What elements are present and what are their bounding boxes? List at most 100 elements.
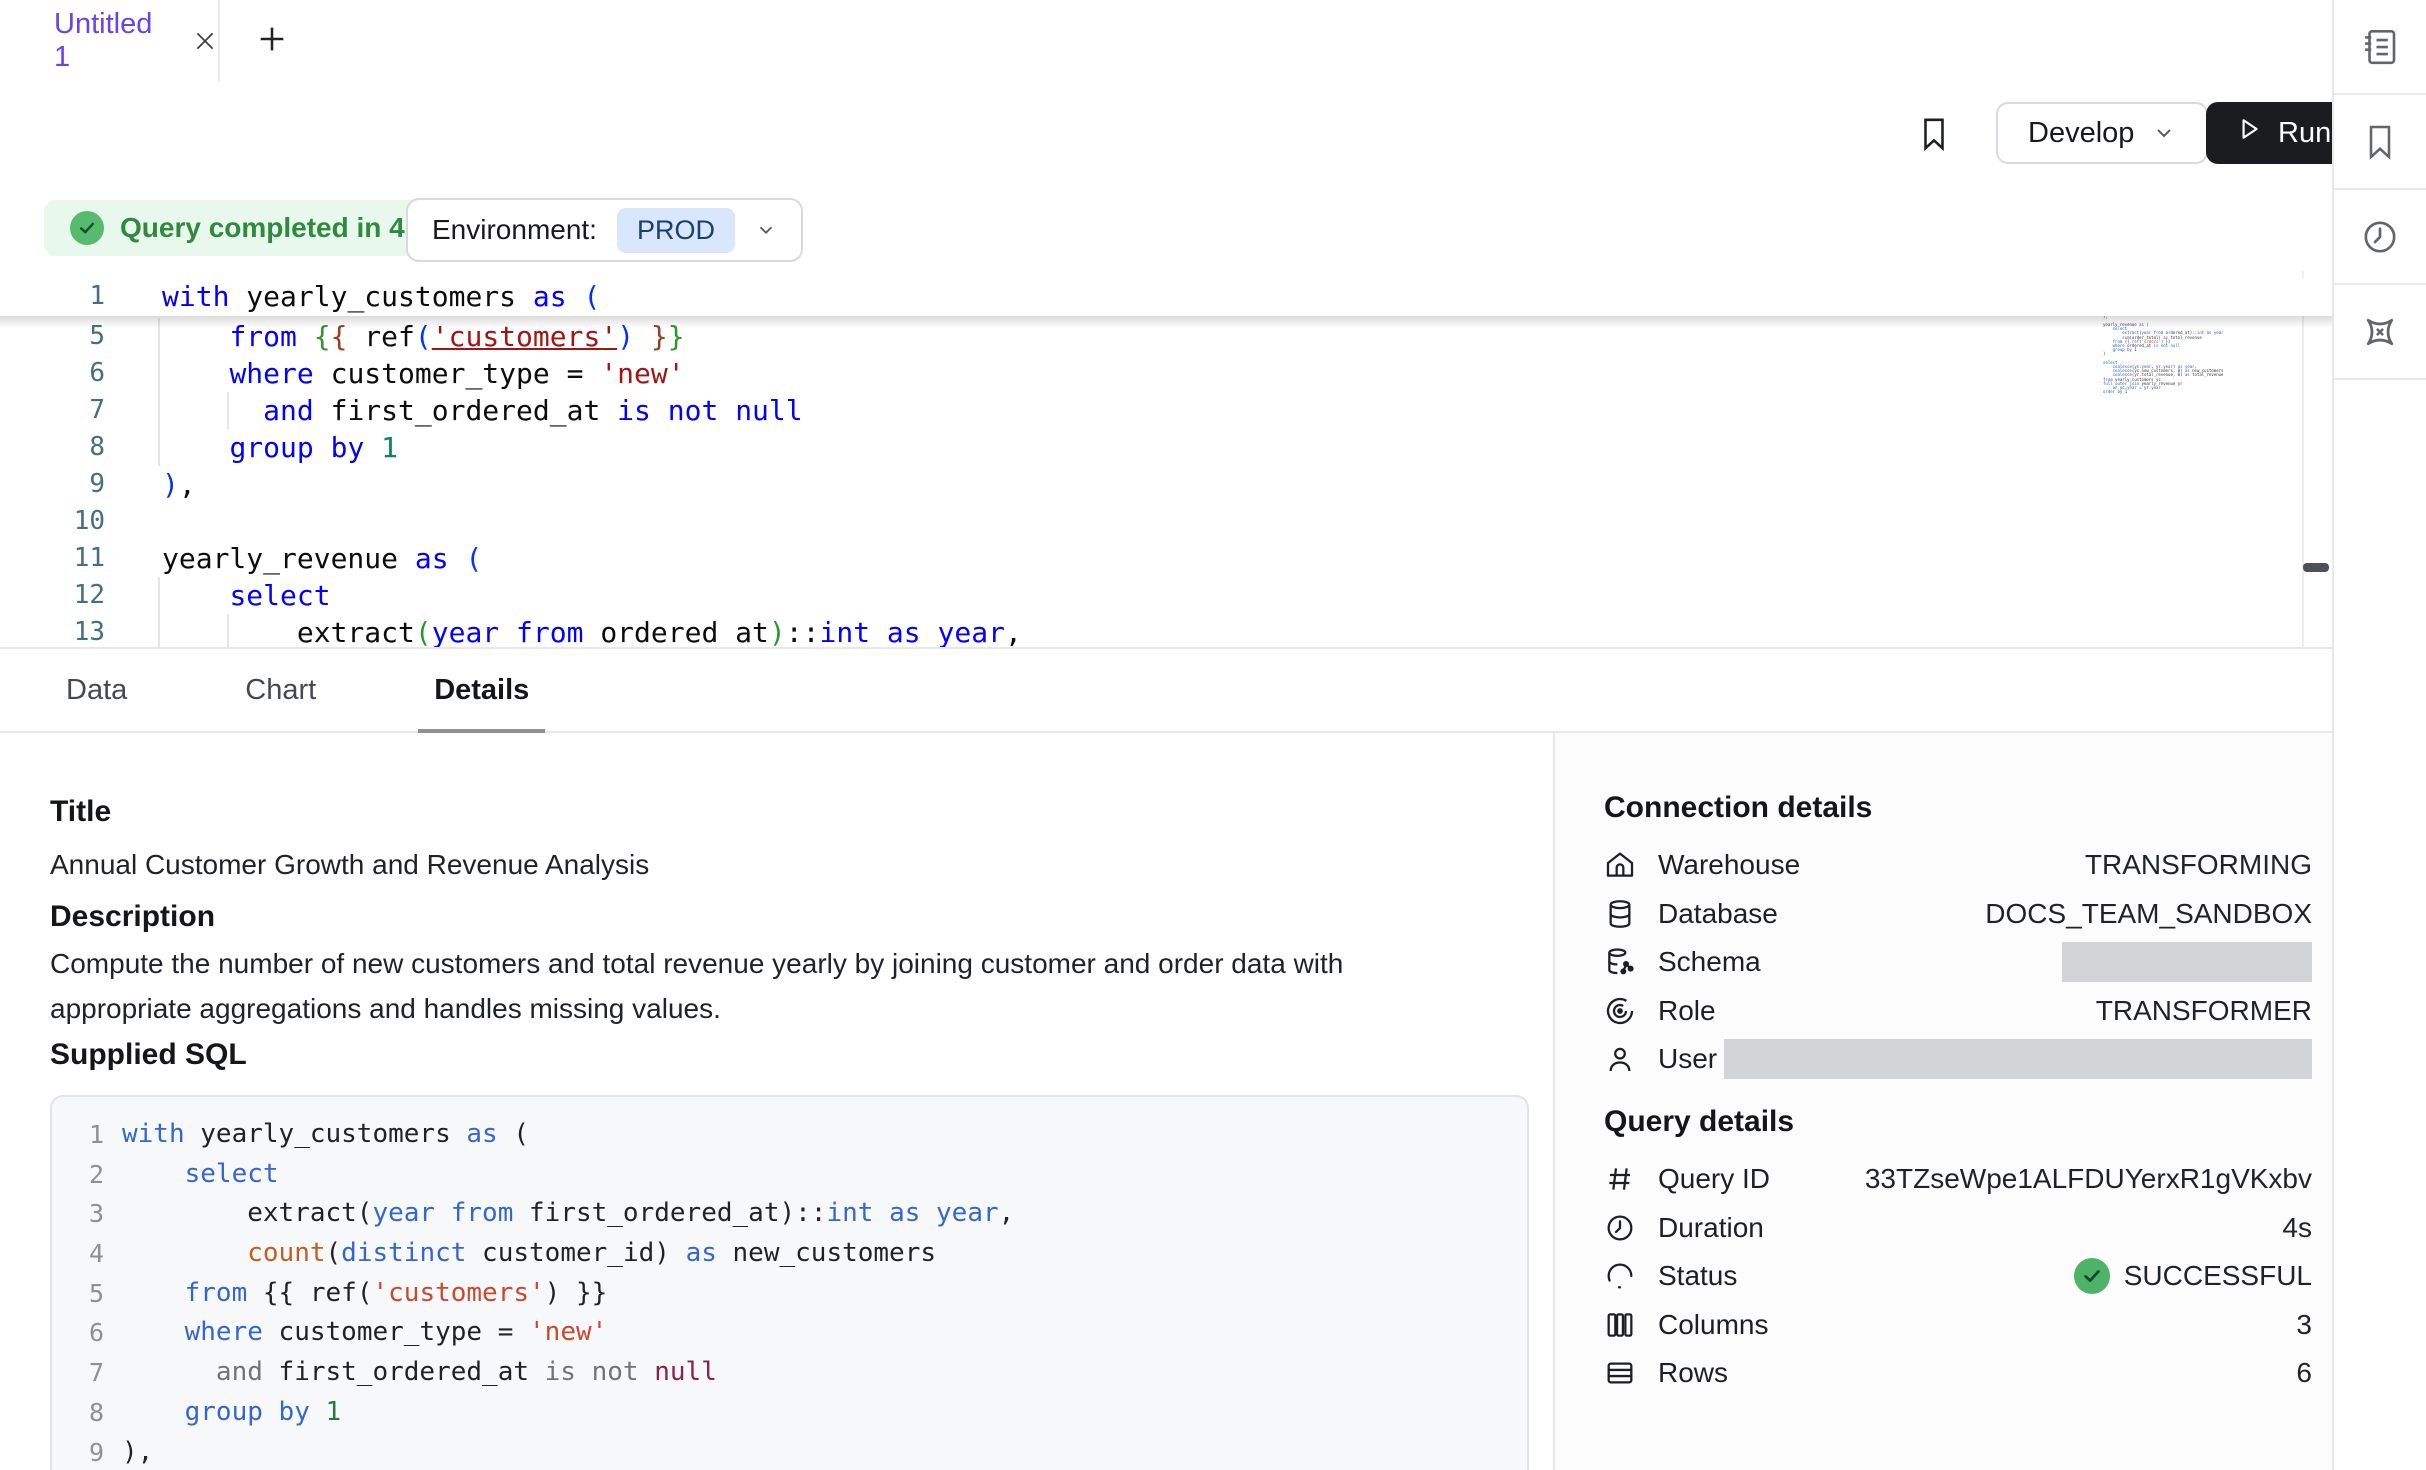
editor-lines: 5 from {{ ref('customers') }}6 where cus… bbox=[0, 318, 1022, 649]
code-line: 7 and first_ordered_at is not null bbox=[0, 392, 1022, 429]
line-number: 1 bbox=[0, 278, 105, 315]
schema-row: Schema bbox=[1604, 938, 2312, 987]
connection-query-panel: Connection details WarehouseTRANSFORMING… bbox=[1553, 733, 2332, 1470]
code-line: 6 where customer_type = 'new' bbox=[52, 1313, 1014, 1353]
role-row: Role TRANSFORMER bbox=[1604, 987, 2312, 1036]
tab-details[interactable]: Details bbox=[418, 648, 545, 732]
code-text: and first_ordered_at is not null bbox=[122, 1353, 717, 1393]
line-number: 8 bbox=[0, 429, 105, 466]
code-line: 9), bbox=[0, 466, 1022, 503]
kv-label: User bbox=[1658, 1043, 1717, 1075]
code-text: with yearly_customers as ( bbox=[162, 278, 600, 315]
rail-button-copilot-sparkle[interactable] bbox=[2334, 285, 2426, 380]
code-text: ), bbox=[122, 1433, 153, 1470]
database-row: Database DOCS_TEAM_SANDBOX bbox=[1604, 890, 2312, 939]
indent-guide bbox=[227, 614, 229, 649]
code-line: 11 yearly_revenue as ( bbox=[0, 540, 1022, 577]
line-number: 1 bbox=[52, 1115, 104, 1155]
toolbar: Develop Run bbox=[0, 82, 2332, 187]
history-clock-icon bbox=[2360, 217, 2400, 257]
code-line: 10 bbox=[0, 503, 1022, 540]
develop-button-label: Develop bbox=[2028, 117, 2134, 150]
line-number: 9 bbox=[52, 1433, 104, 1470]
results-tab-bar: Data Chart Details bbox=[0, 649, 2332, 733]
line-number: 6 bbox=[52, 1313, 104, 1353]
line-number: 9 bbox=[0, 466, 105, 503]
code-text: where customer_type = 'new' bbox=[162, 355, 685, 392]
indent-guide bbox=[158, 577, 160, 614]
kv-label: Rows bbox=[1658, 1357, 1728, 1389]
play-icon bbox=[2236, 116, 2262, 150]
code-text: group by 1 bbox=[162, 429, 398, 466]
kv-value-text: TRANSFORMER bbox=[2096, 995, 2312, 1027]
line-number: 4 bbox=[52, 1234, 104, 1274]
code-line: 1 with yearly_customers as ( bbox=[52, 1115, 1014, 1155]
columns-row: Columns3 bbox=[1604, 1301, 2312, 1350]
code-line: 4 count(distinct customer_id) as new_cus… bbox=[52, 1234, 1014, 1274]
line-number: 6 bbox=[0, 355, 105, 392]
indent-guide bbox=[227, 392, 229, 429]
role-icon bbox=[1604, 995, 1636, 1027]
kv-value-text: 33TZseWpe1ALFDUYerxR1gVKxbv bbox=[1865, 1163, 2312, 1195]
line-number: 11 bbox=[0, 540, 105, 577]
line-number: 5 bbox=[52, 1274, 104, 1314]
develop-button[interactable]: Develop bbox=[1996, 102, 2208, 164]
environment-selector[interactable]: Environment: PROD bbox=[406, 198, 803, 262]
code-text: select bbox=[122, 1155, 279, 1195]
spinner-icon bbox=[1604, 1260, 1636, 1292]
rail-button-bookmark[interactable] bbox=[2334, 95, 2426, 190]
rail-button-history-clock[interactable] bbox=[2334, 190, 2426, 285]
environment-label: Environment: bbox=[432, 214, 597, 246]
code-line: 2 select bbox=[52, 1155, 1014, 1195]
editor-scrollbar-thumb[interactable] bbox=[2303, 563, 2329, 572]
copilot-sparkle-icon bbox=[2359, 311, 2401, 353]
description-value: Compute the number of new customers and … bbox=[50, 941, 1450, 1031]
kv-label: Database bbox=[1658, 898, 1778, 930]
code-text: ), bbox=[162, 466, 196, 503]
run-button-label: Run bbox=[2278, 117, 2331, 150]
line-number: 7 bbox=[0, 392, 105, 429]
sql-editor[interactable]: 1 with yearly_customers as ( 5 from {{ re… bbox=[0, 271, 2332, 649]
code-line: 6 where customer_type = 'new' bbox=[0, 355, 1022, 392]
tab-bar: Untitled 1 bbox=[0, 0, 2332, 84]
tab-untitled-1[interactable]: Untitled 1 bbox=[0, 0, 220, 82]
code-text: select bbox=[162, 577, 331, 614]
clock-icon bbox=[1604, 1212, 1636, 1244]
bookmark-icon[interactable] bbox=[1908, 106, 1960, 162]
rows-row: Rows 6 bbox=[1604, 1349, 2312, 1398]
tab-chart[interactable]: Chart bbox=[229, 648, 332, 732]
title-heading: Title bbox=[50, 795, 111, 829]
sql-ide-window: Untitled 1 Develop Run bbox=[0, 0, 2426, 1470]
indent-guide bbox=[158, 429, 160, 466]
code-text: with yearly_customers as ( bbox=[122, 1115, 529, 1155]
description-heading: Description bbox=[50, 900, 215, 934]
code-line: 13 extract(year from ordered_at)::int as… bbox=[0, 614, 1022, 649]
title-value: Annual Customer Growth and Revenue Analy… bbox=[50, 842, 649, 887]
editor-sticky-shadow bbox=[0, 316, 2332, 328]
line-number: 7 bbox=[52, 1353, 104, 1393]
kv-value-text: DOCS_TEAM_SANDBOX bbox=[1985, 898, 2312, 930]
code-text: from {{ ref('customers') }} bbox=[122, 1274, 607, 1314]
code-line: 1 with yearly_customers as ( bbox=[0, 278, 2332, 315]
warehouse-icon bbox=[1604, 849, 1636, 881]
details-panel: Title Annual Customer Growth and Revenue… bbox=[0, 733, 1553, 1470]
line-number: 10 bbox=[0, 503, 105, 540]
user-icon bbox=[1604, 1043, 1636, 1075]
kv-label: Columns bbox=[1658, 1309, 1768, 1341]
code-text: group by 1 bbox=[122, 1393, 341, 1433]
code-text: yearly_revenue as ( bbox=[162, 540, 482, 577]
tab-data[interactable]: Data bbox=[50, 648, 143, 732]
supplied-sql-lines: 1with yearly_customers as (2 select3 ext… bbox=[52, 1115, 1014, 1470]
rail-button-notebook[interactable] bbox=[2334, 0, 2426, 95]
status-row: Query completed in 4s Environment: PROD bbox=[0, 185, 2332, 271]
kv-value-text: 6 bbox=[2296, 1357, 2312, 1389]
code-text: where customer_type = 'new' bbox=[122, 1313, 607, 1353]
rows-icon bbox=[1604, 1357, 1636, 1389]
tab-title: Untitled 1 bbox=[54, 8, 166, 74]
kv-label: Role bbox=[1658, 995, 1716, 1027]
redacted-value bbox=[2062, 942, 2312, 982]
notebook-icon bbox=[2359, 26, 2401, 68]
close-icon[interactable] bbox=[192, 28, 218, 54]
new-tab-button[interactable] bbox=[232, 0, 312, 82]
columns-icon bbox=[1604, 1309, 1636, 1341]
